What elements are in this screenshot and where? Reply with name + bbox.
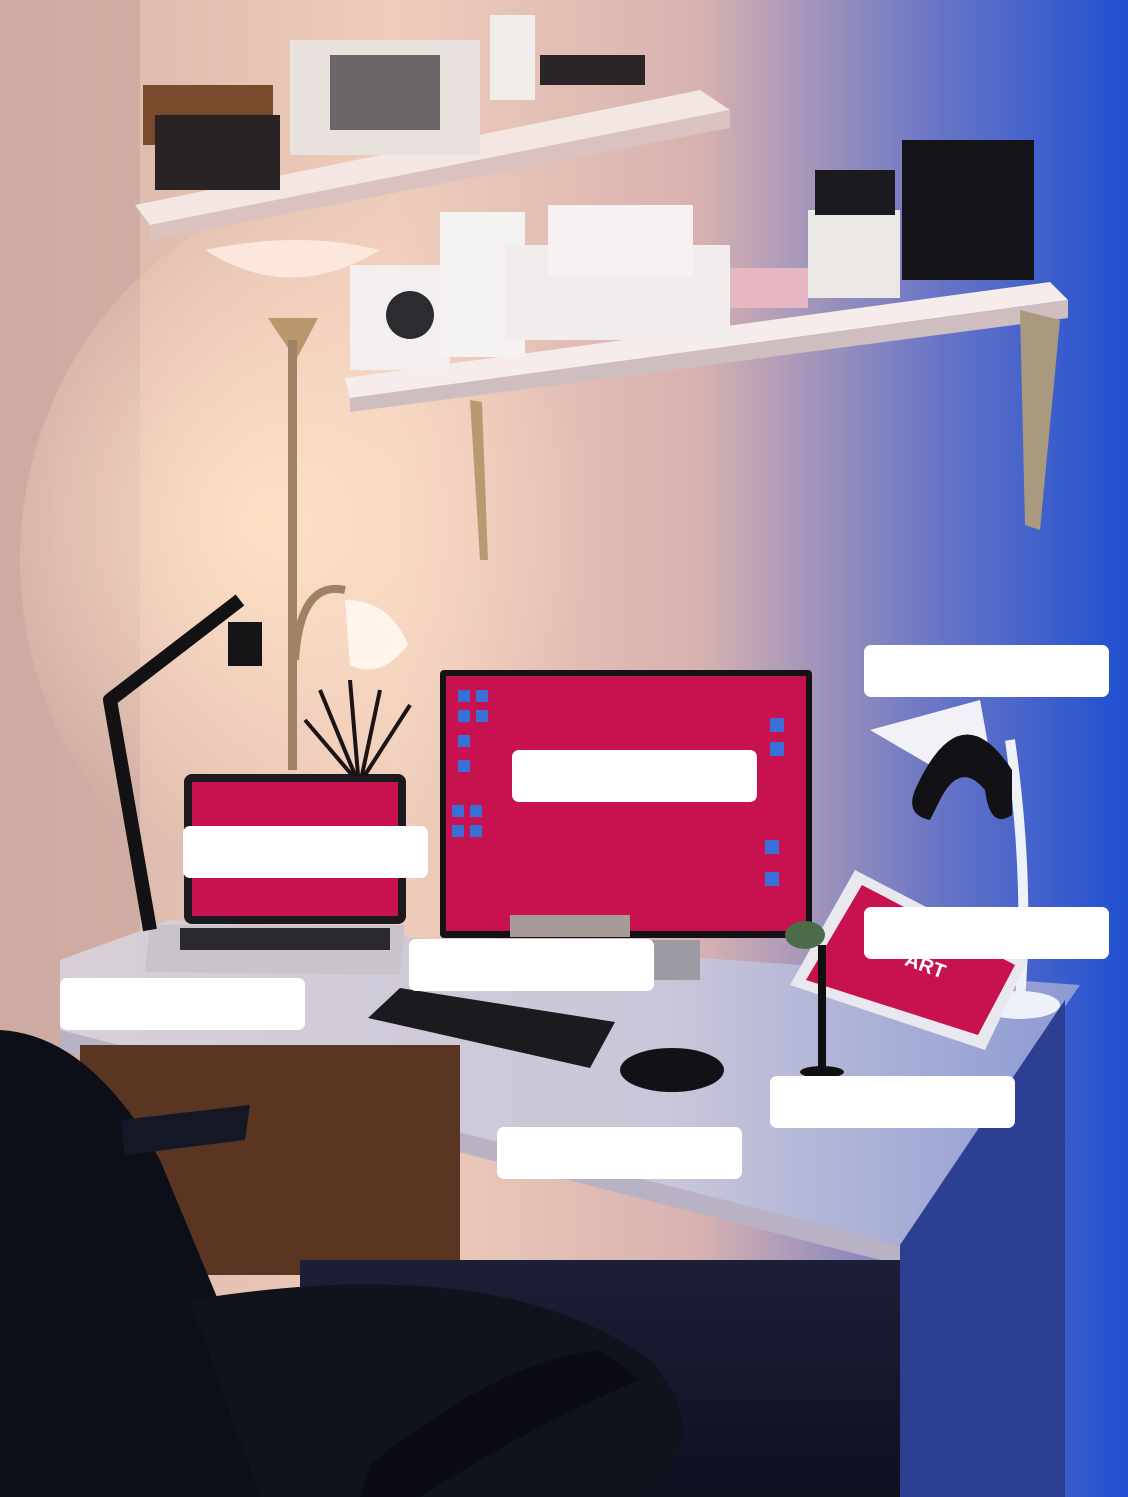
desk-lamp-head <box>228 622 262 666</box>
black-tin <box>815 170 895 215</box>
white-box-top <box>548 205 693 275</box>
shelf-box-small <box>490 15 535 100</box>
shelf-speaker-grille <box>330 55 440 130</box>
clock-face <box>386 291 434 339</box>
laptop-keyboard <box>180 928 390 950</box>
black-box <box>902 140 1034 280</box>
monitor-stand <box>510 915 630 937</box>
label-box-2 <box>512 750 757 802</box>
sticky-notes <box>730 268 808 308</box>
desk-setup-photo: ART <box>0 0 1128 1497</box>
label-box-4 <box>864 907 1109 959</box>
label-box-3 <box>183 826 428 878</box>
white-tub <box>808 210 900 298</box>
label-box-1 <box>864 645 1109 697</box>
shelf-box-black <box>155 115 280 190</box>
floor-lamp-pole <box>288 340 297 770</box>
label-box-6 <box>60 978 305 1030</box>
shelf-box-dark-flat <box>540 55 645 85</box>
plant <box>785 921 825 949</box>
label-box-5 <box>409 939 654 991</box>
monitor-screen <box>446 676 806 931</box>
label-box-8 <box>497 1127 742 1179</box>
label-box-7 <box>770 1076 1015 1128</box>
stylus-stand <box>818 945 826 1070</box>
mouse <box>620 1048 724 1092</box>
